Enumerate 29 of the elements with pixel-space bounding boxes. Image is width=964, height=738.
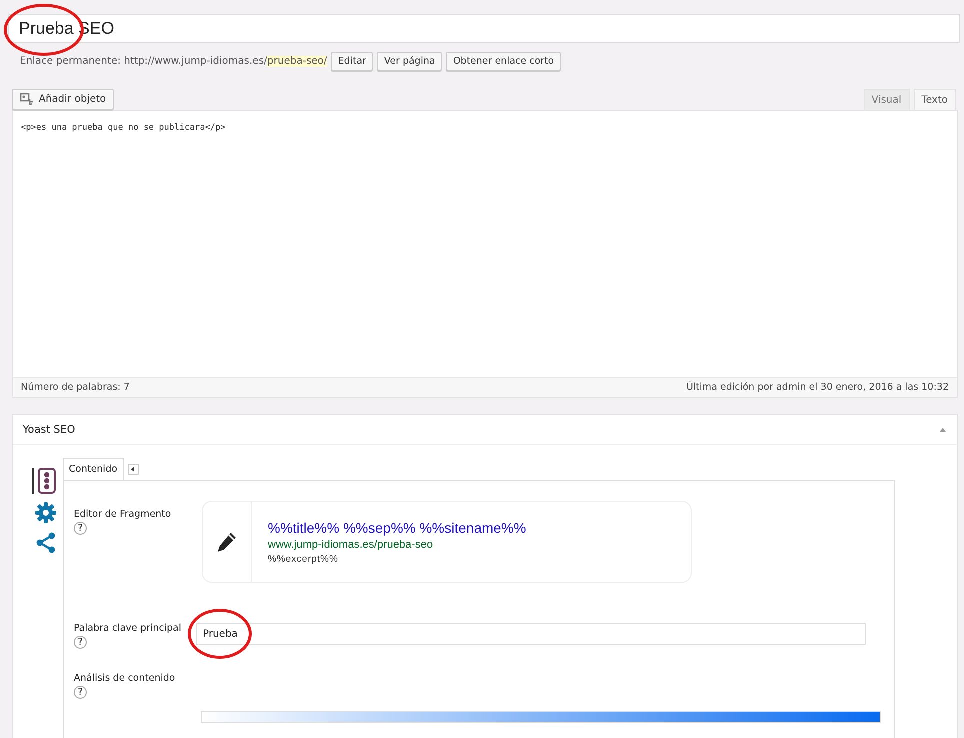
permalink-text: Enlace permanente: http://www.jump-idiomas.es/prueba-seo/ <box>20 56 328 67</box>
collapse-arrow-icon[interactable] <box>939 426 947 432</box>
snippet-description: %%excerpt%% <box>268 554 340 565</box>
add-media-button[interactable]: Añadir objeto <box>12 89 114 110</box>
traffic-light-icon[interactable] <box>32 468 56 494</box>
field-label: Palabra clave principal <box>74 623 182 634</box>
collapse-tab-button[interactable] <box>128 464 139 474</box>
permalink-button[interactable]: Ver página <box>377 52 442 71</box>
field-label: Editor de Fragmento <box>74 509 172 520</box>
caret-icon <box>131 466 136 472</box>
editor-tab[interactable]: Texto <box>914 89 956 110</box>
permalink-button[interactable]: Obtener enlace corto <box>446 52 562 71</box>
field-label: Análisis de contenido <box>74 673 176 684</box>
pencil-icon <box>216 531 238 553</box>
help-button[interactable]: ? <box>74 522 87 535</box>
code-editor[interactable]: <p>es una prueba que no se publicara</p> <box>13 111 957 377</box>
permalink-button[interactable]: Editar <box>331 52 374 71</box>
panel-title: Yoast SEO <box>23 424 76 436</box>
help-button[interactable]: ? <box>74 636 87 649</box>
panel-tab[interactable]: Contenido <box>63 458 124 480</box>
snippet-title: %%title%% %%sep%% %%sitename%% <box>268 520 526 536</box>
focus-keyword-field[interactable]: Prueba <box>196 623 866 645</box>
help-button[interactable]: ? <box>74 686 87 699</box>
last-edit-text: Última edición por admin el 30 enero, 2016 a las 10:32 <box>686 382 949 393</box>
snippet-url: www.jump-idiomas.es/prueba-seo <box>268 539 434 551</box>
snippet-preview[interactable]: %%title%% %%sep%% %%sitename%% www.jump-idiomas.es/prueba-seo %%excerpt%% <box>202 501 692 583</box>
editor-tab[interactable]: Visual <box>864 89 910 110</box>
image-icon <box>20 93 34 106</box>
word-count: Número de palabras: 7 <box>21 382 130 393</box>
